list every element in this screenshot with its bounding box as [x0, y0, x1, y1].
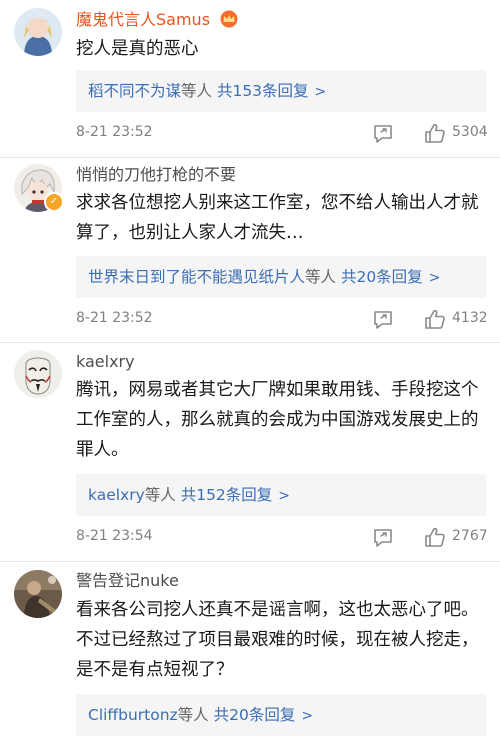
reply-label: 等人 — [305, 268, 341, 286]
reply-label: 等人 — [144, 486, 181, 504]
username[interactable]: 悄悄的刀他打枪的不要 — [76, 165, 236, 185]
reply-label: 等人 — [177, 706, 214, 724]
comment-text: 求求各位想挖人别来这工作室，您不给人输出人才就算了，也别让人家人才流失… — [76, 193, 479, 243]
username-text[interactable]: 悄悄的刀他打枪的不要 — [76, 165, 236, 184]
reply-count-link[interactable]: 共20条回复 — [214, 706, 296, 724]
chevron-right-icon: > — [278, 488, 291, 504]
username-text[interactable]: kaelxry — [76, 352, 135, 371]
avatar[interactable] — [14, 350, 62, 398]
timestamp: 8-21 23:52 — [76, 124, 153, 140]
username-text[interactable]: 警告登记nuke — [76, 571, 179, 590]
reply-count-link[interactable]: 共153条回复 — [217, 82, 309, 100]
comment-meta: 8-21 23:52 5304 — [76, 122, 488, 146]
avatar[interactable] — [14, 8, 62, 56]
username[interactable]: 魔鬼代言人Samus — [76, 10, 239, 33]
like-count: 4132 — [452, 310, 488, 326]
like-count: 2767 — [452, 528, 488, 544]
like-icon[interactable] — [424, 122, 446, 144]
like-icon[interactable] — [424, 526, 446, 548]
chevron-right-icon: > — [301, 708, 314, 724]
reply-summary[interactable]: kaelxry等人 共152条回复 > — [76, 474, 486, 516]
timestamp: 8-21 23:54 — [76, 528, 153, 544]
reply-user-link[interactable]: kaelxry — [88, 486, 145, 504]
like-count: 5304 — [452, 124, 488, 140]
avatar[interactable] — [14, 570, 62, 618]
username[interactable]: kaelxry — [76, 352, 135, 372]
username-text[interactable]: 魔鬼代言人Samus — [76, 10, 210, 29]
comment-icon[interactable] — [372, 309, 394, 331]
chevron-right-icon: > — [314, 84, 327, 100]
username[interactable]: 警告登记nuke — [76, 571, 179, 591]
reply-summary[interactable]: Cliffburtonz等人 共20条回复 > — [76, 694, 486, 736]
reply-user-link[interactable]: Cliffburtonz — [88, 706, 178, 724]
reply-summary[interactable]: 世界末日到了能不能遇见纸片人等人 共20条回复 > — [76, 256, 486, 298]
comment-meta: 8-21 23:52 4132 — [76, 308, 488, 332]
like-icon[interactable] — [424, 308, 446, 330]
divider — [0, 157, 500, 158]
timestamp: 8-21 23:52 — [76, 310, 153, 326]
divider — [0, 342, 500, 343]
verified-badge-icon: ✓ — [44, 192, 64, 212]
reply-count-link[interactable]: 共152条回复 — [181, 486, 273, 504]
comment-icon[interactable] — [372, 527, 394, 549]
comment-text: 看来各公司挖人还真不是谣言啊，这也太恶心了吧。不过已经熬过了项目最艰难的时候，现… — [76, 600, 479, 680]
reply-count-link[interactable]: 共20条回复 — [341, 268, 423, 286]
reply-user-link[interactable]: 世界末日到了能不能遇见纸片人 — [88, 268, 305, 286]
crown-icon — [219, 10, 239, 33]
comment-meta: 8-21 23:54 2767 — [76, 526, 488, 550]
chevron-right-icon: > — [428, 270, 441, 286]
reply-label: 等人 — [181, 82, 217, 100]
reply-user-link[interactable]: 稻不同不为谋 — [88, 82, 181, 100]
divider — [0, 561, 500, 562]
comment-text: 挖人是真的恶心 — [76, 39, 199, 59]
comment-text: 腾讯，网易或者其它大厂牌如果敢用钱、手段挖这个工作室的人，那么就真的会成为中国游… — [76, 380, 479, 460]
reply-summary[interactable]: 稻不同不为谋等人 共153条回复 > — [76, 70, 486, 112]
comment-icon[interactable] — [372, 123, 394, 145]
